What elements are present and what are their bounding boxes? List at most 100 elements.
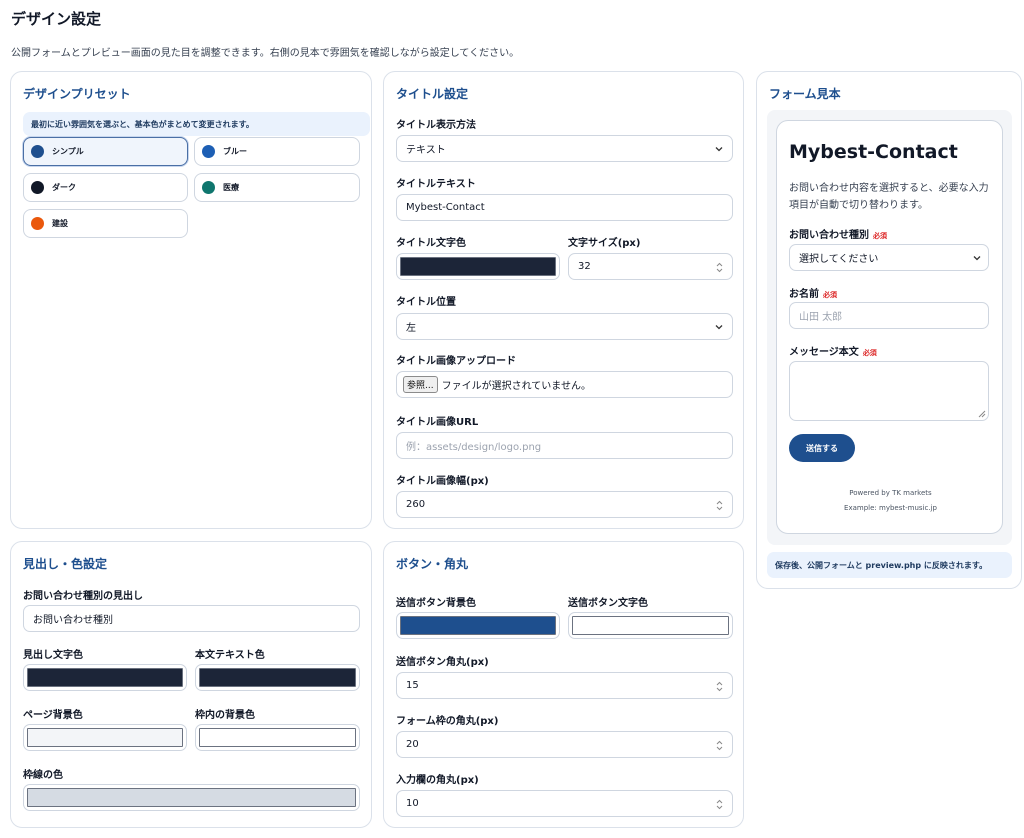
title-color-picker[interactable] bbox=[396, 253, 560, 280]
preview-message-label: メッセージ本文 必須 bbox=[789, 343, 877, 358]
stepper-icon[interactable] bbox=[715, 680, 724, 693]
title-color-swatch bbox=[400, 257, 556, 276]
input-radius-input[interactable]: 10 bbox=[396, 790, 733, 817]
image-upload-label: タイトル画像アップロード bbox=[396, 356, 516, 367]
heading-color-label: 見出し文字色 bbox=[23, 650, 83, 661]
title-settings-title: タイトル設定 bbox=[396, 87, 469, 101]
display-method-label: タイトル表示方法 bbox=[396, 120, 476, 131]
preset-label: ブルー bbox=[223, 147, 247, 156]
preview-form-title: Mybest-Contact bbox=[789, 141, 958, 163]
save-note: 保存後、公開フォームと preview.php に反映されます。 bbox=[767, 552, 1012, 578]
chevron-down-icon bbox=[715, 147, 723, 152]
heading-color-picker[interactable] bbox=[23, 664, 187, 691]
position-label: タイトル位置 bbox=[396, 297, 456, 308]
body-color-picker[interactable] bbox=[195, 664, 360, 691]
file-browse-button[interactable]: 参照... bbox=[403, 376, 438, 393]
display-method-value: テキスト bbox=[406, 145, 446, 156]
stepper-icon[interactable] bbox=[715, 261, 724, 274]
preview-name-input[interactable]: 山田 太郎 bbox=[789, 302, 989, 329]
title-text-label: タイトルテキスト bbox=[396, 179, 476, 190]
preview-name-label-text: お名前 bbox=[789, 289, 819, 300]
preview-inquiry-label-text: お問い合わせ種別 bbox=[789, 230, 869, 241]
preset-color-dot bbox=[31, 145, 44, 158]
preset-label: シンプル bbox=[52, 147, 84, 156]
submit-radius-input[interactable]: 15 bbox=[396, 672, 733, 699]
preset-color-dot bbox=[202, 181, 215, 194]
preset-medical[interactable]: 医療 bbox=[194, 173, 360, 202]
preview-inquiry-select[interactable]: 選択してください bbox=[789, 244, 989, 271]
heading-color-title: 見出し・色設定 bbox=[23, 557, 108, 571]
stepper-icon[interactable] bbox=[715, 499, 724, 512]
required-badge: 必須 bbox=[873, 232, 887, 240]
inquiry-heading-label: お問い合わせ種別の見出し bbox=[23, 591, 143, 602]
font-size-input[interactable]: 32 bbox=[568, 253, 733, 280]
display-method-select[interactable]: テキスト bbox=[396, 135, 733, 162]
title-color-label: タイトル文字色 bbox=[396, 238, 466, 249]
submit-bg-swatch bbox=[400, 616, 556, 635]
form-preview-title: フォーム見本 bbox=[769, 87, 841, 101]
inner-bg-swatch bbox=[199, 728, 356, 747]
button-radius-card: ボタン・角丸 送信ボタン背景色 送信ボタン文字色 送信ボタン角丸(px) 15 … bbox=[383, 541, 744, 828]
submit-radius-label: 送信ボタン角丸(px) bbox=[396, 657, 489, 668]
page-description: 公開フォームとプレビュー画面の見た目を調整できます。右側の見本で雰囲気を確認しな… bbox=[11, 48, 520, 59]
image-width-value: 260 bbox=[406, 499, 426, 510]
form-radius-value: 20 bbox=[406, 739, 419, 750]
inquiry-heading-input[interactable]: お問い合わせ種別 bbox=[23, 605, 360, 632]
preview-name-placeholder: 山田 太郎 bbox=[799, 312, 843, 323]
stepper-icon[interactable] bbox=[715, 739, 724, 752]
form-radius-input[interactable]: 20 bbox=[396, 731, 733, 758]
resize-handle-icon[interactable] bbox=[978, 410, 986, 418]
example-domain: Example: mybest-music.jp bbox=[844, 504, 937, 512]
preset-blue[interactable]: ブルー bbox=[194, 137, 360, 166]
preview-message-textarea[interactable] bbox=[789, 361, 989, 421]
page-bg-picker[interactable] bbox=[23, 724, 187, 751]
border-color-label: 枠線の色 bbox=[23, 770, 63, 781]
powered-by: Powered by TK markets bbox=[849, 489, 932, 497]
inquiry-heading-value: お問い合わせ種別 bbox=[33, 615, 113, 626]
form-radius-label: フォーム枠の角丸(px) bbox=[396, 716, 499, 727]
image-url-label: タイトル画像URL bbox=[396, 417, 479, 428]
position-value: 左 bbox=[406, 323, 416, 334]
heading-color-card: 見出し・色設定 お問い合わせ種別の見出し お問い合わせ種別 見出し文字色 本文テ… bbox=[10, 541, 372, 828]
input-radius-value: 10 bbox=[406, 798, 419, 809]
image-width-label: タイトル画像幅(px) bbox=[396, 476, 489, 487]
border-color-swatch bbox=[27, 788, 356, 807]
submit-bg-label: 送信ボタン背景色 bbox=[396, 598, 476, 609]
submit-text-picker[interactable] bbox=[568, 612, 733, 639]
preview-inquiry-label: お問い合わせ種別 必須 bbox=[789, 226, 887, 241]
required-badge: 必須 bbox=[862, 349, 877, 357]
page-bg-label: ページ背景色 bbox=[23, 710, 83, 721]
page-title: デザイン設定 bbox=[11, 10, 102, 28]
image-width-input[interactable]: 260 bbox=[396, 491, 733, 518]
stepper-icon[interactable] bbox=[715, 798, 724, 811]
image-upload-input[interactable]: 参照... ファイルが選択されていません。 bbox=[396, 371, 733, 398]
chevron-down-icon bbox=[973, 256, 981, 261]
form-preview-card: フォーム見本 Mybest-Contact お問い合わせ内容を選択すると、必要な… bbox=[756, 71, 1022, 589]
submit-radius-value: 15 bbox=[406, 680, 419, 691]
inner-bg-picker[interactable] bbox=[195, 724, 360, 751]
image-url-input[interactable]: 例：assets/design/logo.png bbox=[396, 432, 733, 459]
design-preset-card: デザインプリセット 最初に近い雰囲気を選ぶと、基本色がまとめて変更されます。 シ… bbox=[10, 71, 372, 529]
submit-text-swatch bbox=[572, 616, 729, 635]
chevron-down-icon bbox=[715, 325, 723, 330]
title-text-input[interactable]: Mybest-Contact bbox=[396, 194, 733, 221]
border-color-picker[interactable] bbox=[23, 784, 360, 811]
submit-text-label: 送信ボタン文字色 bbox=[568, 598, 648, 609]
body-color-label: 本文テキスト色 bbox=[195, 650, 265, 661]
submit-bg-picker[interactable] bbox=[396, 612, 560, 639]
preset-construction[interactable]: 建設 bbox=[23, 209, 188, 238]
file-status: ファイルが選択されていません。 bbox=[441, 381, 591, 392]
position-select[interactable]: 左 bbox=[396, 313, 733, 340]
preview-form: Mybest-Contact お問い合わせ内容を選択すると、必要な入力項目が自動… bbox=[776, 120, 1003, 534]
page-bg-swatch bbox=[27, 728, 183, 747]
preview-submit-button[interactable]: 送信する bbox=[789, 434, 855, 462]
preset-color-dot bbox=[31, 181, 44, 194]
preset-dark[interactable]: ダーク bbox=[23, 173, 188, 202]
preset-color-dot bbox=[202, 145, 215, 158]
title-text-value: Mybest-Contact bbox=[406, 202, 485, 213]
preview-inquiry-placeholder: 選択してください bbox=[799, 254, 879, 265]
preset-simple[interactable]: シンプル bbox=[23, 137, 188, 166]
inner-bg-label: 枠内の背景色 bbox=[195, 710, 255, 721]
required-badge: 必須 bbox=[823, 291, 837, 299]
font-size-label: 文字サイズ(px) bbox=[568, 238, 641, 249]
